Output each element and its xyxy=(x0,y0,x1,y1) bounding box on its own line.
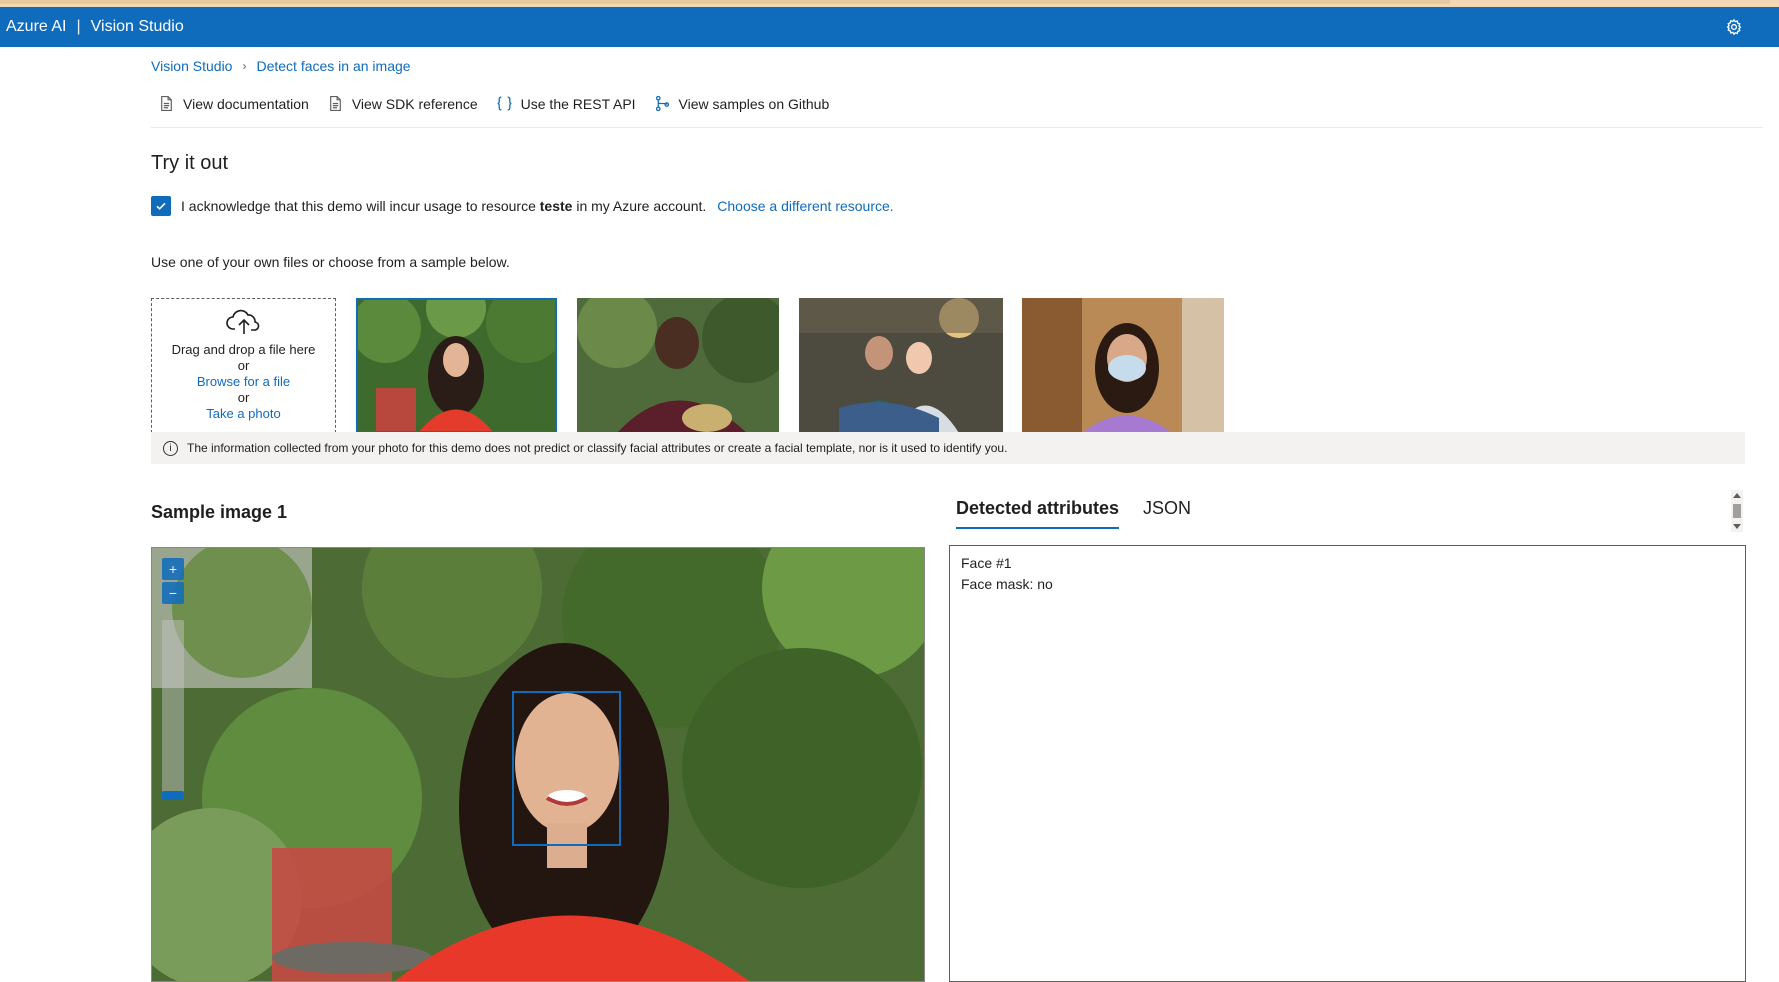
privacy-info-bar: i The information collected from your ph… xyxy=(151,432,1745,464)
document-icon xyxy=(329,96,341,111)
zoom-slider-handle[interactable] xyxy=(162,791,184,800)
dropzone-or: or xyxy=(237,390,250,405)
acknowledge-checkbox[interactable] xyxy=(151,196,171,216)
view-samples-github-link[interactable]: View samples on Github xyxy=(654,95,830,112)
scroll-up-icon[interactable] xyxy=(1733,493,1741,498)
view-documentation-label: View documentation xyxy=(183,95,309,112)
view-documentation-link[interactable]: View documentation xyxy=(158,95,309,112)
top-strip-progress xyxy=(0,0,1450,4)
acknowledge-suffix: in my Azure account. xyxy=(576,198,707,214)
use-rest-api-link[interactable]: Use the REST API xyxy=(496,95,636,112)
info-icon: i xyxy=(163,440,178,456)
result-tabs: Detected attributes JSON xyxy=(956,498,1191,529)
sample-thumbnail-4[interactable] xyxy=(1022,298,1224,433)
zoom-slider-track[interactable] xyxy=(162,620,184,800)
sample-image-3-thumb xyxy=(799,298,1003,433)
breadcrumb-current-link[interactable]: Detect faces in an image xyxy=(256,58,410,74)
file-hint: Use one of your own files or choose from… xyxy=(151,254,510,270)
tab-json[interactable]: JSON xyxy=(1143,498,1191,529)
resource-links: View documentation View SDK reference Us… xyxy=(158,95,829,112)
resource-name: teste xyxy=(539,198,573,214)
browse-file-link[interactable]: Browse for a file xyxy=(152,374,335,390)
zoom-in-button[interactable]: + xyxy=(162,558,184,580)
use-rest-api-label: Use the REST API xyxy=(520,95,636,112)
take-photo-link[interactable]: Take a photo xyxy=(152,406,335,422)
chevron-right-icon: › xyxy=(242,59,247,73)
acknowledge-row: I acknowledge that this demo will incur … xyxy=(151,196,894,216)
brand-name: Azure AI xyxy=(6,18,67,35)
divider xyxy=(151,127,1763,128)
scroll-down-icon[interactable] xyxy=(1733,524,1741,529)
choose-resource-link[interactable]: Choose a different resource. xyxy=(717,198,893,214)
privacy-info-text: The information collected from your phot… xyxy=(187,441,1008,455)
tabs-scrollbar[interactable] xyxy=(1731,490,1743,532)
sample-image-4-thumb xyxy=(1022,298,1224,433)
dropzone-text: Drag and drop a file here xyxy=(171,342,316,357)
page-title: Try it out xyxy=(151,152,229,174)
acknowledge-prefix: I acknowledge that this demo will incur … xyxy=(181,198,536,214)
image-viewer[interactable]: + − xyxy=(151,547,925,982)
app-header: Azure AI | Vision Studio xyxy=(0,7,1779,47)
breadcrumb: Vision Studio › Detect faces in an image xyxy=(151,58,411,74)
product-name: Vision Studio xyxy=(90,18,184,35)
face-mask-value: Face mask: no xyxy=(961,576,1053,592)
dropzone-or: or xyxy=(237,358,250,373)
gear-icon[interactable] xyxy=(1725,18,1743,36)
results-panel: Face #1 Face mask: no xyxy=(949,545,1746,982)
view-samples-github-label: View samples on Github xyxy=(678,95,830,112)
tab-detected-attributes[interactable]: Detected attributes xyxy=(956,498,1120,529)
sample-image-1-thumb xyxy=(356,298,557,433)
view-sdk-reference-label: View SDK reference xyxy=(351,95,478,112)
sample-thumbnail-1[interactable] xyxy=(356,298,557,433)
face-bounding-box[interactable] xyxy=(512,691,621,846)
document-icon xyxy=(161,96,172,111)
sample-thumbnail-2[interactable] xyxy=(577,298,779,433)
sample-thumbnail-3[interactable] xyxy=(799,298,1003,433)
brand-separator: | xyxy=(76,18,81,35)
brand[interactable]: Azure AI | Vision Studio xyxy=(0,18,184,36)
scroll-thumb[interactable] xyxy=(1733,504,1741,518)
sample-title: Sample image 1 xyxy=(151,502,288,522)
braces-icon xyxy=(497,96,512,111)
sample-image-2-thumb xyxy=(577,298,779,433)
zoom-out-button[interactable]: − xyxy=(162,582,184,604)
view-sdk-reference-link[interactable]: View SDK reference xyxy=(327,95,478,112)
checkmark-icon xyxy=(156,202,166,210)
breadcrumb-root-link[interactable]: Vision Studio xyxy=(151,58,232,74)
file-dropzone[interactable]: Drag and drop a file here or Browse for … xyxy=(151,298,336,433)
cloud-upload-icon xyxy=(225,309,259,334)
branch-icon xyxy=(655,95,669,112)
face-label: Face #1 xyxy=(961,555,1012,571)
top-strip xyxy=(0,0,1779,7)
